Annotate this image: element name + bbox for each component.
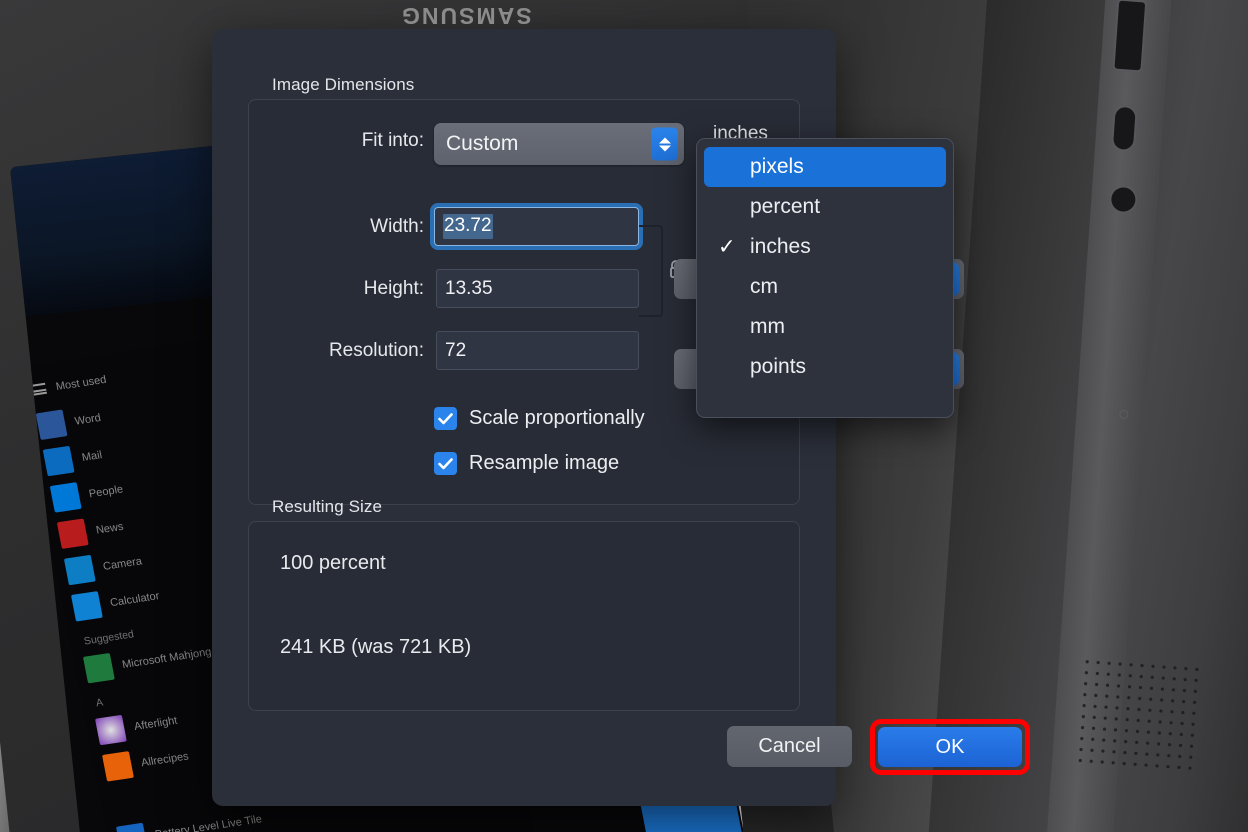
menu-item-inches[interactable]: ✓ inches <box>704 227 946 267</box>
width-label: Width: <box>272 216 424 238</box>
resulting-size-title: Resulting Size <box>272 497 382 517</box>
height-value: 13.35 <box>445 278 493 300</box>
menu-item-percent[interactable]: percent <box>704 187 946 227</box>
speaker-grille <box>1074 656 1204 776</box>
sidebar-item-label: Mail <box>81 449 103 464</box>
width-input[interactable]: 23.72 <box>434 207 639 246</box>
sidebar-item-label: Most used <box>55 373 108 392</box>
sidebar-item-label: Microsoft Mahjong <box>121 646 212 671</box>
app-tile-icon <box>64 555 96 585</box>
menu-item-label: mm <box>750 315 785 339</box>
fit-into-value: Custom <box>446 132 518 156</box>
menu-item-cm[interactable]: cm <box>704 267 946 307</box>
sidebar-item-label: Afterlight <box>133 714 178 732</box>
cancel-button[interactable]: Cancel <box>727 726 852 767</box>
sidebar-item-label: Allrecipes <box>140 750 189 769</box>
menu-item-label: cm <box>750 275 778 299</box>
checkbox-checked-icon[interactable] <box>434 407 457 430</box>
resample-image-label: Resample image <box>469 452 619 475</box>
app-tile-icon <box>116 823 148 832</box>
hdmi-port <box>1114 1 1145 71</box>
app-tile-icon <box>102 751 134 781</box>
menu-item-label: points <box>750 355 806 379</box>
usb-c-port <box>1113 107 1136 150</box>
scale-proportionally-checkbox[interactable]: Scale proportionally <box>434 407 645 430</box>
resample-image-checkbox[interactable]: Resample image <box>434 452 619 475</box>
sidebar-item-label: Battery Level Live Tile <box>154 813 263 832</box>
resulting-size-group <box>248 521 800 711</box>
height-input[interactable]: 13.35 <box>436 269 639 308</box>
menu-item-pixels[interactable]: pixels <box>704 147 946 187</box>
check-icon: ✓ <box>718 235 736 260</box>
app-tile-icon <box>71 591 103 621</box>
menu-item-points[interactable]: points <box>704 347 946 387</box>
menu-item-label: inches <box>750 235 811 259</box>
height-label: Height: <box>272 278 424 300</box>
hamburger-icon <box>30 383 47 396</box>
resolution-value: 72 <box>445 340 466 362</box>
fit-into-label: Fit into: <box>272 130 424 152</box>
app-tile-icon <box>83 653 115 683</box>
checkbox-checked-icon[interactable] <box>434 452 457 475</box>
menu-item-mm[interactable]: mm <box>704 307 946 347</box>
headphone-jack <box>1111 187 1137 213</box>
menu-item-label: pixels <box>750 155 804 179</box>
fit-into-select[interactable]: Custom <box>434 123 684 165</box>
app-tile-icon <box>57 518 89 548</box>
resulting-filesize: 241 KB (was 721 KB) <box>280 636 471 659</box>
app-tile-icon <box>50 482 82 512</box>
unit-dropdown-menu[interactable]: pixels percent ✓ inches cm mm points <box>696 138 954 418</box>
sidebar-item-label: Word <box>74 412 102 428</box>
app-tile-icon <box>36 409 68 439</box>
chevron-updown-icon[interactable] <box>651 128 678 161</box>
sidebar-item-label: Calculator <box>109 590 160 609</box>
brand-logo: SAMSUNG <box>400 2 532 29</box>
app-tile-icon <box>43 446 75 476</box>
scale-proportionally-label: Scale proportionally <box>469 407 645 430</box>
image-dimensions-title: Image Dimensions <box>272 75 414 95</box>
resulting-percent: 100 percent <box>280 552 386 575</box>
resolution-input[interactable]: 72 <box>436 331 639 370</box>
link-bracket <box>639 225 663 317</box>
sidebar-item-label: News <box>95 520 125 536</box>
resolution-label: Resolution: <box>236 340 424 362</box>
menu-item-label: percent <box>750 195 820 219</box>
sidebar-item-label: People <box>88 483 124 500</box>
width-value: 23.72 <box>443 214 493 239</box>
app-tile-icon <box>95 715 127 745</box>
ok-button[interactable]: OK <box>878 727 1022 767</box>
sidebar-item-label: Camera <box>102 555 143 573</box>
